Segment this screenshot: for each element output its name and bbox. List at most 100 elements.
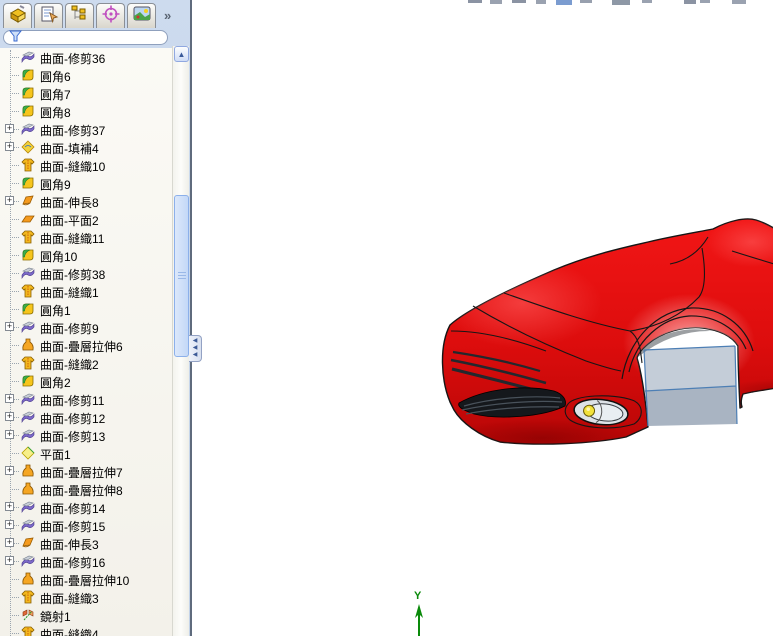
tree-item[interactable]: 圓角8 — [0, 102, 172, 120]
tree-item[interactable]: + 曲面-修剪15 — [0, 516, 172, 534]
surface-knit-icon — [21, 284, 35, 298]
tab-propertymanager[interactable] — [34, 3, 63, 28]
tree-connector — [10, 273, 19, 274]
tree-item-label: 曲面-伸長8 — [40, 196, 99, 210]
front-wheel-well — [638, 329, 738, 427]
tree-item-label: 曲面-修剪38 — [40, 268, 106, 282]
tree-item[interactable]: 圓角7 — [0, 84, 172, 102]
scrollbar-grip — [178, 272, 186, 280]
feature-tree-scrollbar[interactable]: ▲ — [172, 46, 189, 636]
surface-loft-icon — [21, 464, 35, 478]
filter-input[interactable] — [22, 31, 167, 44]
tab-overflow-chevron[interactable]: » — [164, 8, 171, 23]
expand-toggle[interactable]: + — [5, 502, 14, 511]
tree-item[interactable]: + 曲面-伸長3 — [0, 534, 172, 552]
expand-toggle[interactable]: + — [5, 430, 14, 439]
tree-item[interactable]: 曲面-平面2 — [0, 210, 172, 228]
surface-fill-icon — [21, 140, 35, 154]
tree-item[interactable]: 曲面-修剪38 — [0, 264, 172, 282]
tree-item-label: 圓角8 — [40, 106, 71, 120]
tree-connector — [10, 93, 19, 94]
tab-featuremanager[interactable] — [3, 3, 32, 28]
tree-item-label: 曲面-疊層拉伸6 — [40, 340, 123, 354]
tree-item[interactable]: 鏡射1 — [0, 606, 172, 624]
feature-manager-icon — [8, 4, 28, 29]
tree-item[interactable]: 曲面-縫織4 — [0, 624, 172, 636]
expand-toggle[interactable]: + — [5, 322, 14, 331]
tab-configurationmanager[interactable] — [65, 3, 94, 28]
tree-item[interactable]: 曲面-縫織1 — [0, 282, 172, 300]
tree-item-label: 曲面-平面2 — [40, 214, 99, 228]
tree-item-label: 曲面-修剪14 — [40, 502, 106, 516]
tree-item[interactable]: 圓角2 — [0, 372, 172, 390]
tree-item[interactable]: 曲面-縫織10 — [0, 156, 172, 174]
tree-connector — [10, 579, 19, 580]
tree-connector — [10, 615, 19, 616]
tree-connector — [10, 255, 19, 256]
tree-item[interactable]: + 曲面-修剪11 — [0, 390, 172, 408]
panel-splitter-handle[interactable]: ◀ ◀ ◀ — [189, 335, 202, 362]
tree-item[interactable]: + 曲面-修剪16 — [0, 552, 172, 570]
tab-dimxpertmanager[interactable] — [96, 3, 125, 28]
tree-item-label: 曲面-修剪16 — [40, 556, 106, 570]
tree-item[interactable]: + 曲面-疊層拉伸7 — [0, 462, 172, 480]
tree-connector — [10, 453, 19, 454]
tree-item-label: 曲面-縫織11 — [40, 232, 105, 246]
surface-knit-icon — [21, 590, 35, 604]
tree-connector — [10, 219, 19, 220]
expand-toggle[interactable]: + — [5, 538, 14, 547]
tree-item[interactable]: + 曲面-修剪9 — [0, 318, 172, 336]
expand-toggle[interactable]: + — [5, 394, 14, 403]
tree-item[interactable]: + 曲面-修剪14 — [0, 498, 172, 516]
tree-connector — [10, 489, 19, 490]
tree-item[interactable]: 曲面-疊層拉伸8 — [0, 480, 172, 498]
tree-item[interactable]: 曲面-縫織2 — [0, 354, 172, 372]
scrollbar-thumb[interactable] — [174, 195, 189, 357]
surface-trim-icon — [21, 320, 35, 334]
tree-item[interactable]: 圓角6 — [0, 66, 172, 84]
graphics-area[interactable]: Y — [192, 0, 773, 636]
fillet-icon — [21, 374, 35, 388]
expand-toggle[interactable]: + — [5, 556, 14, 565]
tree-item[interactable]: 平面1 — [0, 444, 172, 462]
surface-knit-icon — [21, 158, 35, 172]
tree-item-label: 曲面-修剪13 — [40, 430, 106, 444]
tree-item-label: 鏡射1 — [40, 610, 71, 624]
surface-loft-icon — [21, 572, 35, 586]
expand-toggle[interactable]: + — [5, 520, 14, 529]
scrollbar-up-button[interactable]: ▲ — [174, 46, 189, 62]
tree-item[interactable]: 圓角1 — [0, 300, 172, 318]
surface-trim-icon — [21, 122, 35, 136]
surface-trim-icon — [21, 518, 35, 532]
tree-item[interactable]: + 曲面-修剪13 — [0, 426, 172, 444]
tree-item-label: 曲面-修剪15 — [40, 520, 106, 534]
expand-toggle[interactable]: + — [5, 412, 14, 421]
expand-toggle[interactable]: + — [5, 124, 14, 133]
expand-toggle[interactable]: + — [5, 142, 14, 151]
tree-item[interactable]: 圓角10 — [0, 246, 172, 264]
expand-toggle[interactable]: + — [5, 196, 14, 205]
mirror-icon — [21, 608, 35, 622]
tree-connector — [10, 291, 19, 292]
tree-item[interactable]: + 曲面-修剪12 — [0, 408, 172, 426]
feature-tree-filter[interactable] — [3, 30, 168, 45]
tree-item[interactable]: 圓角9 — [0, 174, 172, 192]
fillet-icon — [21, 176, 35, 190]
fillet-icon — [21, 248, 35, 262]
surface-trim-icon — [21, 428, 35, 442]
tree-item[interactable]: 曲面-縫織11 — [0, 228, 172, 246]
tree-item[interactable]: 曲面-修剪36 — [0, 48, 172, 66]
tree-item-label: 曲面-修剪9 — [40, 322, 99, 336]
tree-connector — [10, 165, 19, 166]
tab-displaymanager[interactable] — [127, 3, 156, 28]
tree-connector — [10, 57, 19, 58]
car-model[interactable] — [192, 0, 773, 636]
fillet-icon — [21, 68, 35, 82]
tree-item[interactable]: 曲面-縫織3 — [0, 588, 172, 606]
tree-item[interactable]: 曲面-疊層拉伸10 — [0, 570, 172, 588]
tree-item[interactable]: + 曲面-伸長8 — [0, 192, 172, 210]
expand-toggle[interactable]: + — [5, 466, 14, 475]
tree-item[interactable]: + 曲面-修剪37 — [0, 120, 172, 138]
tree-item[interactable]: 曲面-疊層拉伸6 — [0, 336, 172, 354]
tree-item[interactable]: + 曲面-填補4 — [0, 138, 172, 156]
